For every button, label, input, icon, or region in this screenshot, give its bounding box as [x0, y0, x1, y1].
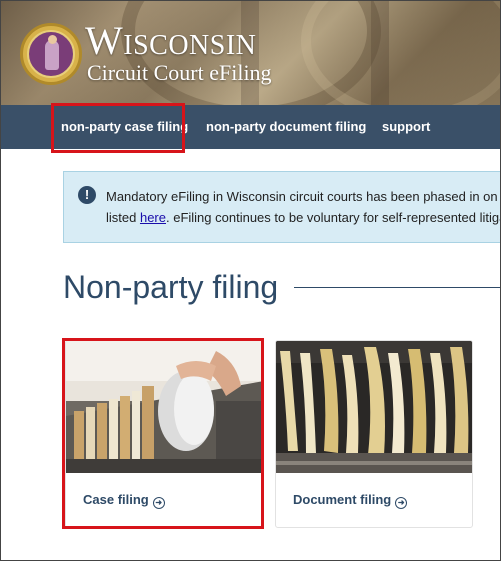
- heading-divider: [294, 287, 500, 288]
- alert-line-2: listed here. eFiling continues to be vol…: [106, 207, 501, 228]
- page-frame: Wisconsin Circuit Court eFiling non-part…: [0, 0, 501, 561]
- nav-item-non-party-document-filing[interactable]: non-party document filing: [206, 105, 366, 149]
- case-filing-card[interactable]: Case filing ➜: [65, 340, 263, 528]
- seal-figure: [45, 40, 59, 70]
- seal-center: [27, 30, 75, 78]
- document-filing-image: [276, 341, 472, 473]
- alert-line-1: Mandatory eFiling in Wisconsin circuit c…: [106, 189, 498, 204]
- document-filing-link[interactable]: Document filing ➜: [293, 492, 408, 509]
- case-filing-image: [66, 341, 262, 473]
- alert-text: Mandatory eFiling in Wisconsin circuit c…: [106, 186, 501, 228]
- page-title: Non-party filing: [63, 269, 279, 305]
- alert-banner: ! Mandatory eFiling in Wisconsin circuit…: [63, 171, 501, 243]
- arrow-right-circle-icon: ➜: [152, 497, 165, 509]
- document-filing-label: Document filing: [293, 492, 392, 507]
- case-filing-label: Case filing: [83, 492, 149, 507]
- case-filing-link[interactable]: Case filing ➜: [83, 492, 165, 509]
- main-nav: non-party case filing non-party document…: [1, 105, 500, 149]
- alert-line-2-end: . eFiling continues to be voluntary for …: [166, 210, 501, 225]
- here-link[interactable]: here: [140, 210, 166, 225]
- seal-figure-head: [48, 35, 57, 44]
- exclamation-icon: !: [78, 186, 96, 204]
- header-banner: Wisconsin Circuit Court eFiling: [1, 1, 500, 105]
- document-filing-card[interactable]: Document filing ➜: [275, 340, 473, 528]
- arrow-right-circle-icon: ➜: [395, 497, 408, 509]
- nav-item-non-party-case-filing[interactable]: non-party case filing: [61, 105, 188, 149]
- alert-line-2-start: listed: [106, 210, 140, 225]
- site-title[interactable]: Wisconsin: [85, 21, 256, 61]
- nav-item-support[interactable]: support: [382, 105, 430, 149]
- site-subtitle[interactable]: Circuit Court eFiling: [87, 61, 272, 85]
- wisconsin-court-seal-icon[interactable]: [20, 23, 82, 85]
